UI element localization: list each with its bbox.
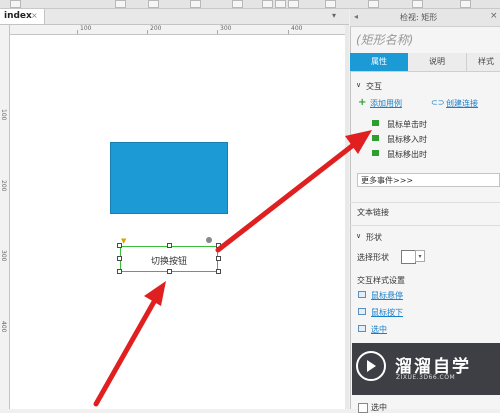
chevron-down-icon[interactable]: ▾ xyxy=(415,250,425,262)
toolbar-button[interactable] xyxy=(190,0,201,8)
select-shape-label: 选择形状 xyxy=(357,253,389,262)
event-item[interactable]: 鼠标移出时 xyxy=(387,149,427,160)
toolbar-button[interactable] xyxy=(460,0,471,8)
inspector-title: 检视: 矩形 xyxy=(400,13,438,22)
rotate-handle[interactable] xyxy=(206,237,212,243)
toolbar-button[interactable] xyxy=(148,0,159,8)
vertical-ruler: 100 200 300 400 xyxy=(0,25,10,409)
style-icon xyxy=(358,308,366,315)
pressed-style-link[interactable]: 鼠标按下 xyxy=(371,307,403,318)
resize-handle[interactable] xyxy=(216,243,221,248)
document-tabbar xyxy=(0,9,349,25)
watermark-url: ZIXUE.3D66.COM xyxy=(396,374,456,381)
toolbar-button[interactable] xyxy=(115,0,126,8)
ruler-tick xyxy=(147,30,148,34)
resize-handle[interactable] xyxy=(216,256,221,261)
ruler-label: 300 xyxy=(0,250,7,262)
resize-handle[interactable] xyxy=(216,269,221,274)
resize-handle[interactable] xyxy=(117,256,122,261)
pin-icon[interactable]: ◂ xyxy=(354,12,358,21)
create-link-link[interactable]: 创建连接 xyxy=(446,98,478,109)
chevron-down-icon[interactable]: ∨ xyxy=(356,81,361,89)
toolbar-button[interactable] xyxy=(288,0,299,8)
selected-checkbox-label: 选中 xyxy=(371,403,387,412)
tab-notes[interactable]: 说明 xyxy=(408,53,467,71)
ruler-label: 400 xyxy=(0,321,7,333)
interaction-section-label: 交互 xyxy=(366,82,382,91)
more-events-label: 更多事件>>> xyxy=(361,176,414,185)
ruler-tick xyxy=(288,30,289,34)
ruler-tick xyxy=(217,30,218,34)
plus-icon[interactable]: + xyxy=(358,97,366,108)
event-item[interactable]: 鼠标移入时 xyxy=(387,134,427,145)
toolbar-button[interactable] xyxy=(232,0,243,8)
shape-swatch[interactable] xyxy=(401,250,416,264)
shape-name-field[interactable]: (矩形名称) xyxy=(356,31,413,48)
hover-style-link[interactable]: 鼠标悬停 xyxy=(371,290,403,301)
toolbar-button[interactable] xyxy=(368,0,379,8)
ruler-label: 100 xyxy=(0,109,7,121)
selected-checkbox[interactable] xyxy=(358,403,368,413)
horizontal-ruler: 100 200 300 400 xyxy=(9,25,345,35)
event-item[interactable]: 鼠标单击时 xyxy=(387,119,427,130)
play-icon xyxy=(367,360,376,372)
toolbar xyxy=(0,0,500,9)
document-tab-label: index xyxy=(4,11,32,21)
ruler-tick xyxy=(77,30,78,34)
tab-properties[interactable]: 属性 xyxy=(350,53,408,71)
chevron-down-icon[interactable]: ▾ xyxy=(332,11,336,20)
toolbar-button[interactable] xyxy=(412,0,423,8)
add-case-link[interactable]: 添加用例 xyxy=(370,98,402,109)
event-flag-icon xyxy=(372,150,379,156)
close-icon[interactable]: × xyxy=(31,11,38,20)
shape-section-label: 形状 xyxy=(366,233,382,242)
interaction-style-label: 交互样式设置 xyxy=(357,276,405,285)
toolbar-button[interactable] xyxy=(262,0,273,8)
style-icon xyxy=(358,291,366,298)
selected-style-link[interactable]: 选中 xyxy=(371,324,387,335)
event-flag-icon xyxy=(372,120,379,126)
design-canvas[interactable] xyxy=(10,35,345,409)
blue-rectangle-widget[interactable] xyxy=(110,142,228,214)
toolbar-button[interactable] xyxy=(325,0,336,8)
link-icon[interactable]: ⊂⊃ xyxy=(431,98,444,107)
scrollbar[interactable] xyxy=(345,25,349,409)
ruler-label: 200 xyxy=(150,25,162,32)
toolbar-button[interactable] xyxy=(275,0,286,8)
chevron-down-icon[interactable]: ∨ xyxy=(356,232,361,240)
ruler-label: 100 xyxy=(80,25,92,32)
style-icon xyxy=(358,325,366,332)
toggle-button-text: 切换按钮 xyxy=(150,257,187,267)
resize-handle[interactable] xyxy=(167,243,172,248)
ruler-label: 300 xyxy=(220,25,232,32)
resize-handle[interactable] xyxy=(167,269,172,274)
text-link-section-label[interactable]: 文本链接 xyxy=(357,207,389,218)
close-icon[interactable]: × xyxy=(490,11,498,21)
ruler-label: 400 xyxy=(291,25,303,32)
ruler-label: 200 xyxy=(0,180,7,192)
divider xyxy=(350,202,500,203)
event-flag-icon xyxy=(372,135,379,141)
divider xyxy=(350,225,500,226)
tab-style[interactable]: 样式 xyxy=(466,53,500,71)
toolbar-button[interactable] xyxy=(10,0,21,8)
anchor-triangle-icon[interactable]: ▼ xyxy=(121,237,126,245)
resize-handle[interactable] xyxy=(117,269,122,274)
